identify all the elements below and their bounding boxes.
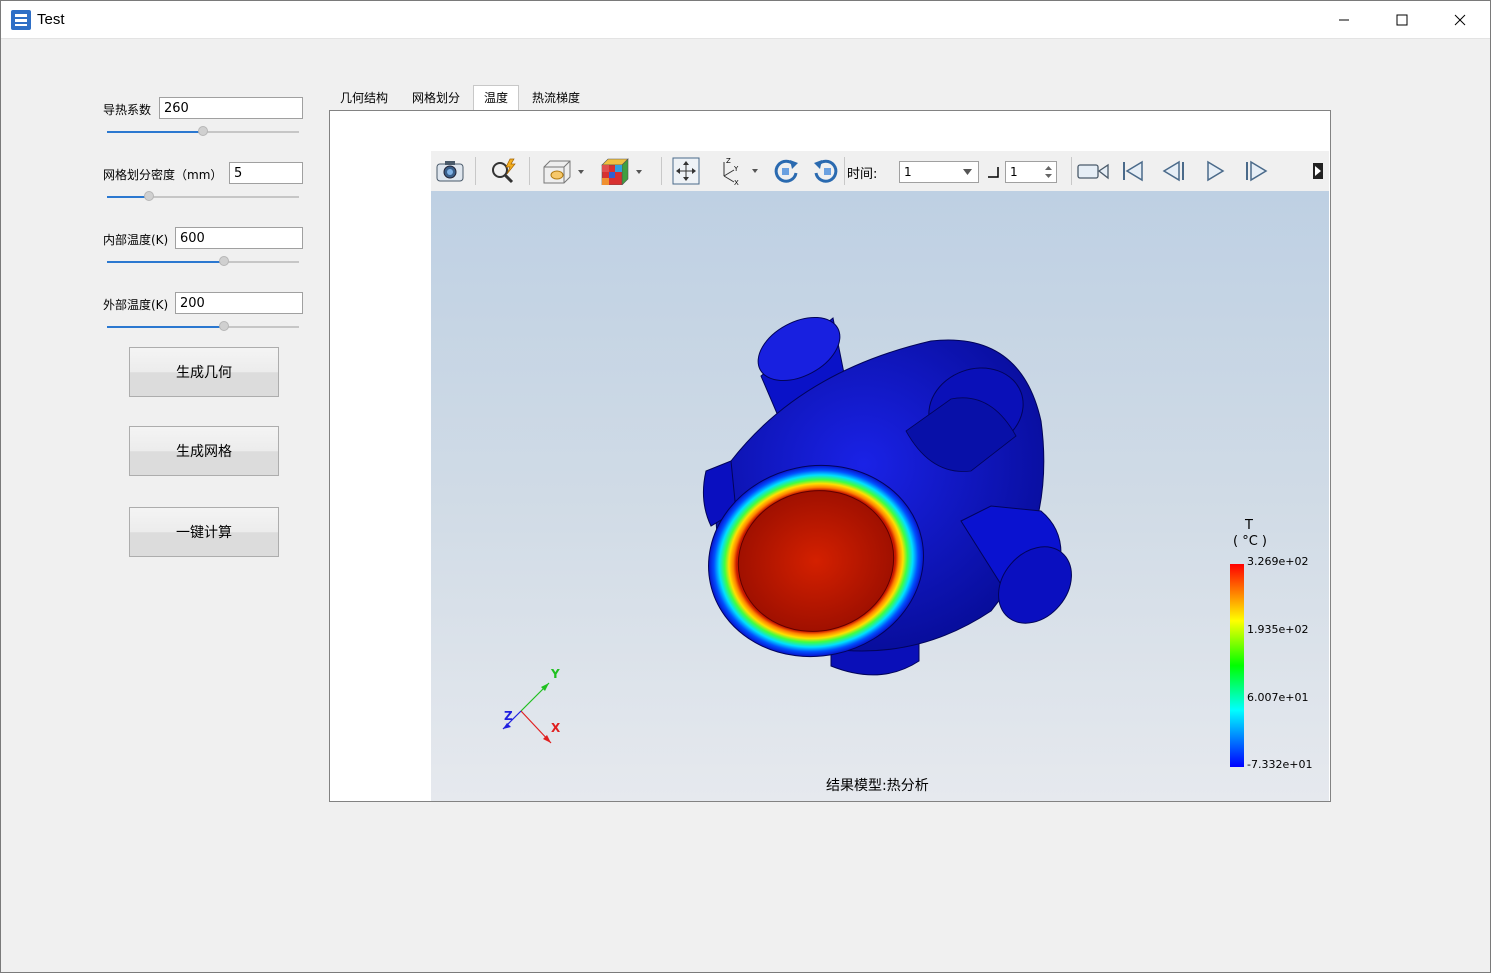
toolbar-separator [844, 157, 845, 185]
rotate-cw-button[interactable] [771, 157, 801, 185]
toolbar-more-button[interactable] [1311, 157, 1325, 185]
outer-temp-slider[interactable] [107, 320, 299, 334]
next-frame-icon [1246, 160, 1268, 182]
tab-geometry[interactable]: 几何结构 [330, 86, 398, 110]
inner-temp-input[interactable] [175, 227, 303, 249]
viewer-caption: 结果模型:热分析 [826, 778, 929, 794]
zoom-button[interactable] [486, 157, 520, 185]
slider-fill [107, 196, 149, 198]
outer-temp-label: 外部温度(K) [103, 298, 169, 312]
rotate-ccw-button[interactable] [811, 157, 841, 185]
toolbar-separator [475, 157, 476, 185]
maximize-icon [1396, 14, 1408, 25]
generate-mesh-button[interactable]: 生成网格 [129, 426, 279, 476]
slider-handle[interactable] [198, 126, 208, 136]
toolbar-separator [661, 157, 662, 185]
rotate-cw-icon [774, 159, 798, 183]
legend-color-bar [1230, 564, 1244, 767]
next-frame-button[interactable] [1241, 157, 1271, 185]
axis-label-z: Z [504, 709, 513, 723]
generate-geometry-button[interactable]: 生成几何 [129, 347, 279, 397]
mesh-density-input[interactable] [229, 162, 303, 184]
one-click-compute-button[interactable]: 一键计算 [129, 507, 279, 557]
record-video-button[interactable] [1076, 157, 1110, 185]
inner-temp-label: 内部温度(K) [103, 233, 169, 247]
thermal-conductivity-label: 导热系数 [103, 103, 152, 117]
svg-text:Z: Z [726, 157, 731, 165]
spin-arrows-icon [1045, 166, 1052, 178]
color-map-button[interactable] [597, 157, 645, 185]
thermal-conductivity-slider[interactable] [107, 125, 299, 139]
camera-icon [436, 161, 464, 182]
tab-temperature[interactable]: 温度 [473, 85, 520, 111]
legend-unit: ( °C ) [1233, 534, 1267, 549]
outer-temp-input[interactable] [175, 292, 303, 314]
legend-tick: 3.269e+02 [1247, 555, 1309, 568]
time-select[interactable]: 1 [899, 161, 979, 183]
axis-label-x: X [551, 721, 561, 735]
svg-text:X: X [734, 179, 739, 186]
maximize-button[interactable] [1373, 1, 1431, 38]
mesh-density-slider[interactable] [107, 190, 299, 204]
window-title: Test [37, 11, 65, 28]
step-spinbox[interactable]: 1 [1005, 161, 1057, 183]
video-icon [1077, 163, 1109, 180]
fit-view-button[interactable] [671, 157, 701, 185]
step-value: 1 [1010, 165, 1018, 179]
close-icon [1454, 14, 1466, 25]
legend-tick: 6.007e+01 [1247, 691, 1309, 704]
legend-tick: -7.332e+01 [1247, 758, 1313, 771]
svg-text:Y: Y [733, 165, 739, 173]
viewer-toolbar: Z Y X 时间: 1 1 [431, 151, 1329, 191]
axis-label-y: Y [551, 667, 560, 681]
mesh-density-label: 网格划分密度（mm） [103, 168, 223, 182]
prev-frame-button[interactable] [1159, 157, 1189, 185]
clip-box-button[interactable] [539, 157, 587, 185]
toolbar-separator [1071, 157, 1072, 185]
main-window: Test 导热系数 网格划分密度（mm） 内部温度(K) 外部温度(K) [0, 0, 1491, 973]
temperature-model [502, 316, 1072, 744]
play-icon [1207, 160, 1225, 182]
first-frame-icon [1123, 160, 1143, 182]
result-viewer: Z Y X 时间: 1 1 Y X Z T (°C) 3.269e+02 1… [431, 151, 1329, 801]
color-cube-icon [601, 158, 642, 185]
screenshot-button[interactable] [435, 157, 465, 185]
legend-title: T [1245, 518, 1253, 533]
rotate-ccw-icon [814, 159, 838, 183]
time-label: 时间: [847, 167, 878, 182]
prev-frame-icon [1162, 160, 1184, 182]
time-select-value: 1 [904, 165, 912, 179]
axes-icon: Z Y X [723, 157, 758, 186]
slider-fill [107, 326, 224, 328]
step-marker-icon [988, 167, 999, 178]
render-canvas[interactable]: Y X Z T ( °C ) 3.269e+02 1.935e+02 6.007… [431, 191, 1329, 801]
legend-tick: 1.935e+02 [1247, 623, 1309, 636]
minimize-icon [1339, 19, 1349, 20]
slider-handle[interactable] [219, 321, 229, 331]
tab-mesh[interactable]: 网格划分 [402, 86, 470, 110]
slider-handle[interactable] [144, 191, 154, 201]
app-icon [11, 10, 31, 30]
toolbar-separator [529, 157, 530, 185]
fit-view-icon [672, 157, 700, 185]
inner-temp-slider[interactable] [107, 255, 299, 269]
title-bar: Test [1, 1, 1490, 39]
chevron-down-icon [963, 169, 972, 175]
slider-fill [107, 131, 203, 133]
slider-handle[interactable] [219, 256, 229, 266]
first-frame-button[interactable] [1119, 157, 1147, 185]
zoom-icon [492, 158, 516, 184]
play-button[interactable] [1201, 157, 1229, 185]
tab-heat-flux[interactable]: 热流梯度 [522, 86, 590, 110]
thermal-conductivity-input[interactable] [159, 97, 303, 119]
clip-box-icon [543, 160, 584, 184]
more-icon [1313, 163, 1323, 179]
minimize-button[interactable] [1315, 1, 1373, 38]
slider-fill [107, 261, 224, 263]
view-direction-button[interactable]: Z Y X [713, 157, 761, 186]
close-button[interactable] [1431, 1, 1489, 38]
